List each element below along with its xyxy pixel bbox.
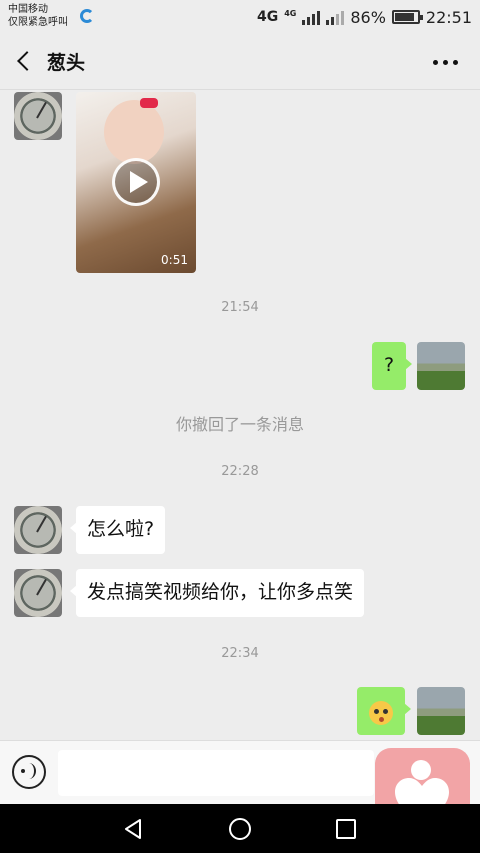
my-avatar[interactable] <box>417 342 465 390</box>
back-arrow-icon[interactable] <box>16 50 36 74</box>
status-bar: 中国移动 仅限紧急呼叫 4G 4G 86% 22:51 <box>0 0 480 34</box>
chat-header: 葱头 <box>0 34 480 90</box>
nav-back-icon[interactable] <box>122 818 144 840</box>
timestamp: 22:34 <box>221 646 259 661</box>
video-message[interactable]: 0:51 <box>76 92 196 273</box>
contact-avatar[interactable] <box>14 569 62 617</box>
contact-avatar[interactable] <box>14 92 62 140</box>
surprised-emoji-icon <box>369 700 393 725</box>
carrier-info: 中国移动 仅限紧急呼叫 <box>8 3 68 29</box>
signal-icon <box>302 9 321 25</box>
network-type: 4G <box>256 9 279 25</box>
play-icon[interactable] <box>112 158 160 206</box>
battery-percent: 86% <box>350 7 386 27</box>
carrier-status: 仅限紧急呼叫 <box>8 17 68 28</box>
system-nav-bar <box>0 804 480 853</box>
contact-avatar[interactable] <box>14 506 62 554</box>
nav-home-icon[interactable] <box>229 818 251 840</box>
video-thumbnail-detail <box>140 98 158 108</box>
status-icons: 4G 4G 86% 22:51 <box>257 6 472 28</box>
network-type-small: 4G <box>284 8 297 18</box>
voice-input-icon[interactable] <box>12 755 46 789</box>
my-avatar[interactable] <box>417 687 465 735</box>
battery-fill <box>394 13 414 21</box>
message-bubble-in[interactable]: 怎么啦? <box>69 506 166 554</box>
more-options-icon[interactable] <box>430 52 460 72</box>
signal-secondary-icon <box>326 9 345 25</box>
emoji-message[interactable] <box>357 687 411 735</box>
battery-icon <box>391 10 423 24</box>
message-input[interactable] <box>58 750 374 796</box>
carrier-name: 中国移动 <box>8 4 48 15</box>
video-thumbnail <box>104 100 164 164</box>
nav-recent-icon[interactable] <box>336 819 356 839</box>
timestamp: 22:28 <box>221 464 259 479</box>
message-bubble-in[interactable]: 发点搞笑视频给你，让你多点笑 <box>69 569 365 617</box>
video-duration: 0:51 <box>161 253 188 267</box>
message-bubble-out[interactable]: ? <box>372 342 412 390</box>
clock: 22:51 <box>425 7 472 27</box>
chat-title: 葱头 <box>47 52 86 74</box>
recall-notice: 你撤回了一条消息 <box>175 415 304 434</box>
sync-icon <box>80 9 94 23</box>
timestamp: 21:54 <box>221 300 259 315</box>
